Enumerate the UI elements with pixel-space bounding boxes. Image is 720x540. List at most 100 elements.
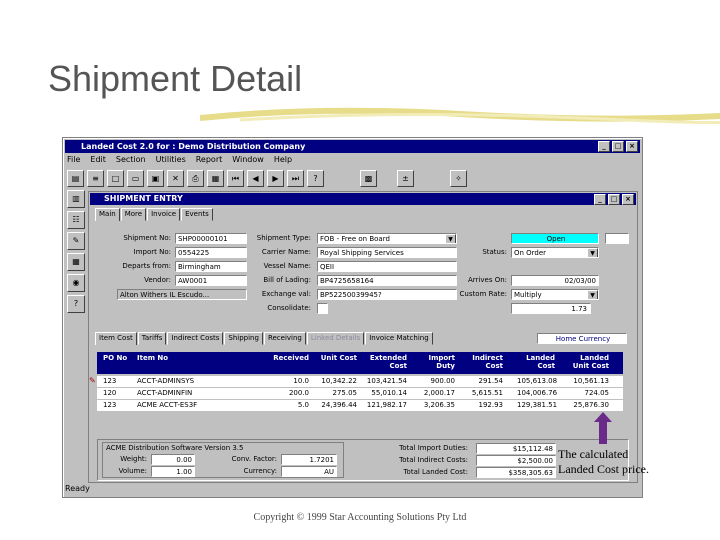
help-icon[interactable]: ? (307, 169, 324, 187)
order-status-select[interactable]: On Order ▼ (511, 247, 599, 258)
table-cell: ACCT-ADMINFIN (137, 389, 193, 397)
bill-of-lading-field[interactable]: BP4725658164 (317, 275, 457, 286)
vessel-name-field[interactable]: QEII (317, 261, 457, 272)
table-row[interactable]: 120 ACCT-ADMINFIN 200.0 275.05 55,010.14 2,00… (97, 388, 623, 400)
tab-item-cost[interactable]: Item Cost (95, 332, 137, 345)
open-icon[interactable]: ▭ (127, 169, 144, 187)
print-icon[interactable]: ⎙ (187, 169, 204, 187)
wizard-icon[interactable]: ± (397, 169, 414, 187)
chevron-down-icon[interactable]: ▼ (587, 248, 598, 257)
cost-tabs: Item Cost Tariffs Indirect Costs Shippin… (95, 332, 433, 345)
shipment-type-label: Shipment Type: (256, 234, 311, 242)
table-cell: 10.0 (293, 377, 309, 385)
bill-of-lading-label: Bill of Lading: (263, 276, 311, 284)
prev-record-icon[interactable]: ◀ (247, 169, 264, 187)
settings-icon[interactable]: ◉ (67, 274, 85, 292)
child-minimize-button[interactable]: _ (594, 194, 606, 205)
exchange-val-label: Exchange val: (261, 290, 311, 298)
list-icon[interactable]: ≡ (87, 169, 104, 187)
shipment-type-value: FOB - Free on Board (320, 235, 390, 243)
new-icon[interactable]: □ (107, 169, 124, 187)
col-indirect-cost: Indirect Cost (472, 354, 503, 370)
browse-icon[interactable]: ▤ (67, 169, 84, 187)
tab-more[interactable]: More (120, 208, 147, 221)
status-label: Status: (482, 248, 507, 256)
menu-edit[interactable]: Edit (90, 155, 106, 166)
tab-main[interactable]: Main (95, 208, 120, 221)
last-record-icon[interactable]: ⏭ (287, 169, 304, 187)
shipments-icon[interactable]: ▥ (67, 190, 85, 208)
consolidate-checkbox[interactable] (317, 303, 328, 314)
currency-field[interactable]: AU (281, 466, 337, 477)
total-import-duties-field: $15,112.48 (476, 443, 556, 454)
table-cell: 129,381.51 (517, 401, 558, 409)
copyright-text: Copyright © 1999 Star Accounting Solutio… (253, 512, 467, 523)
menu-report[interactable]: Report (196, 155, 223, 166)
table-cell: ACCT-ADMINSYS (137, 377, 195, 385)
currency-select[interactable]: Home Currency (537, 333, 627, 344)
col-unit-cost: Unit Cost (320, 354, 357, 362)
calculator-icon[interactable]: ▩ (360, 169, 377, 187)
child-maximize-button[interactable]: □ (608, 194, 620, 205)
table-row[interactable]: 123 ACME ACCT-ES3F 5.0 24,396.44 121,982.17 3… (97, 400, 623, 412)
shipment-no-label: Shipment No: (123, 234, 171, 242)
help-icon[interactable]: ? (67, 295, 85, 313)
menu-help[interactable]: Help (274, 155, 292, 166)
vendor-field[interactable]: AW0001 (175, 275, 247, 286)
table-cell: 3,206.35 (423, 401, 455, 409)
exchange-val-field[interactable]: BP52250039945? (317, 289, 457, 300)
items-icon[interactable]: ✎ (67, 232, 85, 250)
totals-panel: ACME Distribution Software Version 3.5 W… (97, 439, 629, 481)
minimize-button[interactable]: _ (598, 141, 610, 152)
save-icon[interactable]: ▣ (147, 169, 164, 187)
preview-icon[interactable]: ▦ (207, 169, 224, 187)
table-cell: 5.0 (297, 401, 309, 409)
tab-invoice[interactable]: Invoice (147, 208, 181, 221)
tab-events[interactable]: Events (181, 208, 213, 221)
tab-receiving[interactable]: Receiving (263, 332, 306, 345)
weight-field[interactable]: 0.00 (151, 454, 195, 465)
tab-linked-details[interactable]: Linked Details (306, 332, 365, 345)
menu-section[interactable]: Section (116, 155, 146, 166)
volume-field[interactable]: 1.00 (151, 466, 195, 477)
child-close-button[interactable]: × (622, 194, 634, 205)
reports-icon[interactable]: ▦ (67, 253, 85, 271)
shipment-entry-title: SHIPMENT ENTRY (104, 194, 183, 203)
menu-utilities[interactable]: Utilities (156, 155, 186, 166)
status-bar: Ready (65, 483, 640, 495)
maximize-button[interactable]: □ (612, 141, 624, 152)
table-cell: 103,421.54 (366, 377, 407, 385)
tab-tariffs[interactable]: Tariffs (137, 332, 167, 345)
vendors-icon[interactable]: ☷ (67, 211, 85, 229)
rate-value-field[interactable]: 1.73 (511, 303, 591, 314)
shipment-no-field[interactable]: SHP00000101 (175, 233, 247, 244)
departs-from-field[interactable]: Birmingham (175, 261, 247, 272)
status-badge: Open (511, 233, 599, 244)
chevron-down-icon[interactable]: ▼ (445, 234, 456, 243)
menu-file[interactable]: File (67, 155, 80, 166)
first-record-icon[interactable]: ⏮ (227, 169, 244, 187)
tools-icon[interactable]: ✧ (450, 169, 467, 187)
chevron-down-icon[interactable]: ▼ (587, 290, 598, 299)
custom-rate-value: Multiply (514, 291, 542, 299)
table-cell: 105,613.08 (517, 377, 558, 385)
next-record-icon[interactable]: ▶ (267, 169, 284, 187)
conv-factor-field[interactable]: 1.7201 (281, 454, 337, 465)
arrives-on-field[interactable]: 02/03/00 (511, 275, 599, 286)
close-button[interactable]: × (626, 141, 638, 152)
carrier-name-label: Carrier Name: (261, 248, 311, 256)
import-no-field[interactable]: 0554225 (175, 247, 247, 258)
tab-invoice-matching[interactable]: Invoice Matching (365, 332, 433, 345)
shipment-type-select[interactable]: FOB - Free on Board ▼ (317, 233, 457, 244)
custom-rate-select[interactable]: Multiply ▼ (511, 289, 599, 300)
annotation-note: The calculated Landed Cost price. (558, 447, 649, 476)
tab-shipping[interactable]: Shipping (224, 332, 263, 345)
table-row[interactable]: 123 ACCT-ADMINSYS 10.0 10,342.22 103,421.54 9… (97, 376, 623, 388)
tab-indirect-costs[interactable]: Indirect Costs (167, 332, 224, 345)
table-cell: 55,010.14 (371, 389, 407, 397)
table-cell: 25,876.30 (573, 401, 609, 409)
table-cell: 200.0 (288, 389, 309, 397)
delete-icon[interactable]: ✕ (167, 169, 184, 187)
menu-window[interactable]: Window (232, 155, 264, 166)
carrier-name-field[interactable]: Royal Shipping Services (317, 247, 457, 258)
